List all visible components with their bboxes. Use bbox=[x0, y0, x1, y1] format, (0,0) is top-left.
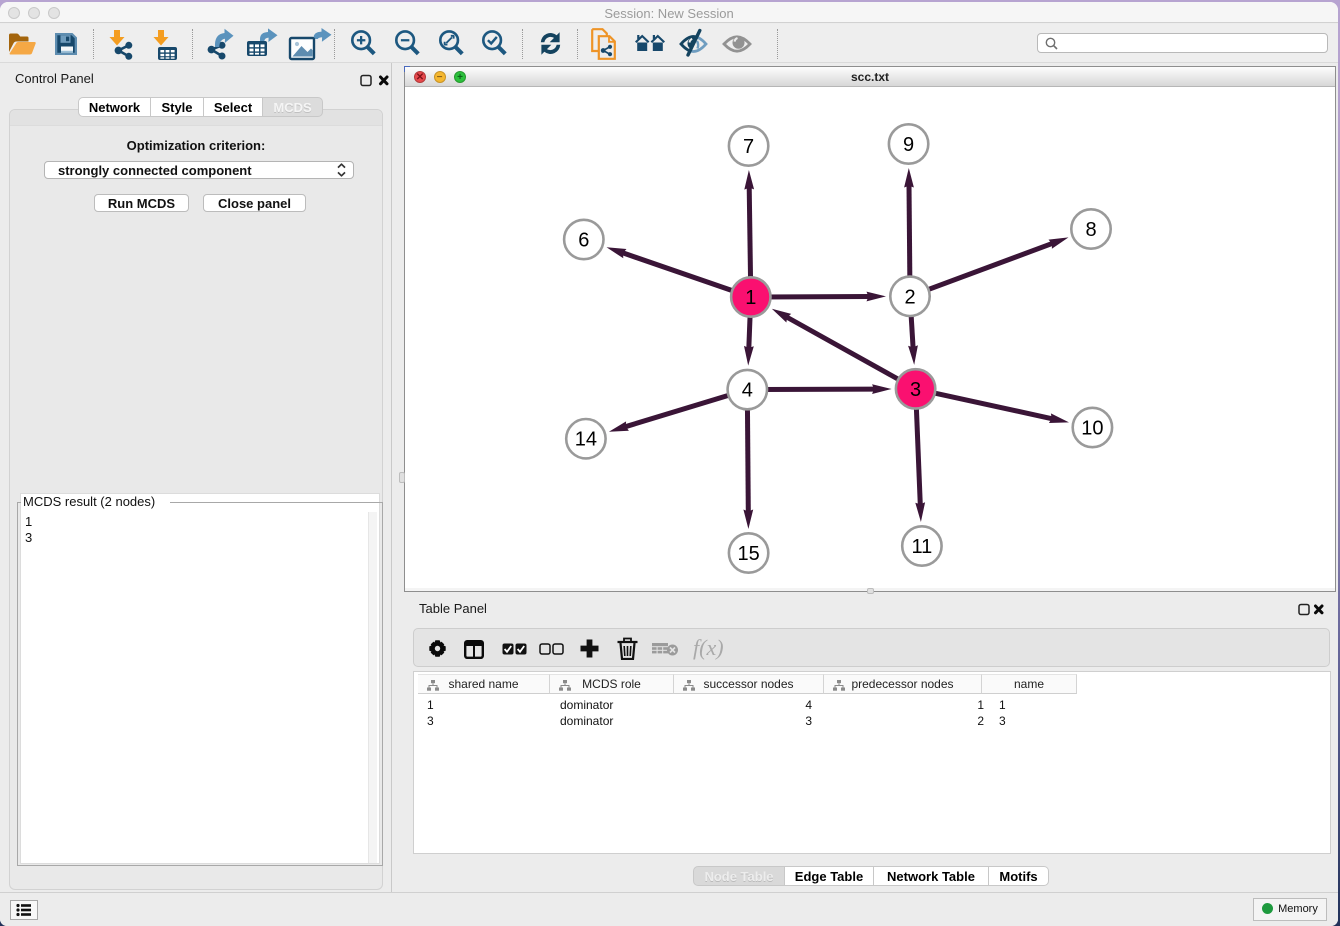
svg-text:6: 6 bbox=[578, 230, 589, 252]
svg-text:7: 7 bbox=[743, 136, 754, 158]
svg-text:11: 11 bbox=[912, 536, 933, 558]
svg-text:4: 4 bbox=[742, 380, 753, 402]
svg-text:15: 15 bbox=[737, 543, 759, 565]
svg-text:8: 8 bbox=[1085, 219, 1096, 241]
svg-text:1: 1 bbox=[745, 287, 756, 309]
svg-text:9: 9 bbox=[903, 134, 914, 156]
svg-text:3: 3 bbox=[910, 379, 921, 401]
svg-text:2: 2 bbox=[904, 286, 915, 308]
svg-text:10: 10 bbox=[1081, 418, 1103, 440]
svg-text:14: 14 bbox=[575, 429, 597, 451]
